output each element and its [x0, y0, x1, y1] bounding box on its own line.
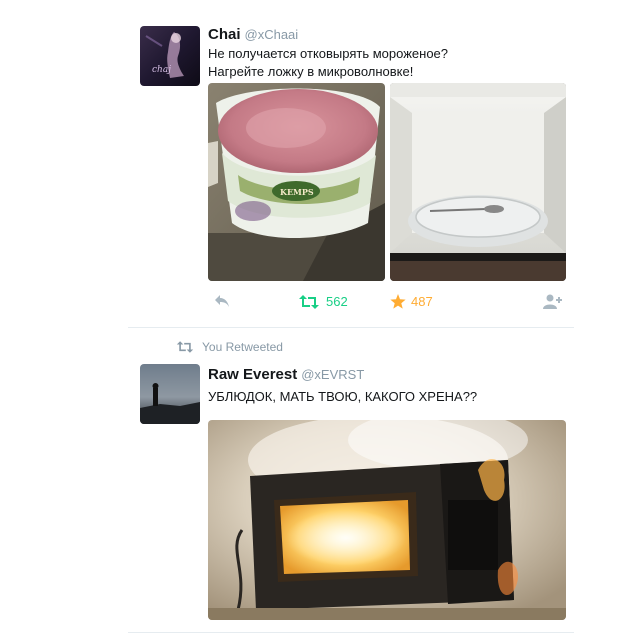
retweet-button[interactable]: 562 — [298, 294, 348, 309]
retweet-banner-icon — [176, 341, 194, 353]
retweet-icon — [299, 294, 319, 309]
reply-button[interactable] — [214, 294, 230, 308]
like-button[interactable]: 487 — [390, 294, 433, 309]
author-handle-raw-everest[interactable]: @xEVRST — [301, 367, 364, 382]
tweet2-photo-burning-microwave[interactable] — [208, 420, 566, 620]
tweet2-header: Raw Everest @xEVRST — [208, 366, 364, 384]
like-count: 487 — [411, 294, 433, 309]
reply-icon — [215, 295, 229, 307]
tweet1-photo-ice-cream[interactable]: KEMPS — [208, 83, 385, 281]
tweet1-header: Chai @xChaai — [208, 26, 298, 44]
tweet2-text: УБЛЮДОК, МАТЬ ТВОЮ, КАКОГО ХРЕНА?? — [208, 389, 478, 404]
retweet-banner: You Retweeted — [176, 340, 283, 354]
star-icon — [390, 294, 406, 309]
bottom-divider — [128, 632, 574, 633]
add-user-icon — [543, 294, 562, 309]
retweet-banner-label: You Retweeted — [202, 340, 283, 354]
author-name-raw-everest[interactable]: Raw Everest — [208, 366, 297, 383]
tweet1-text: Не получается отковырять мороженое? Нагр… — [208, 46, 449, 79]
author-name-chai[interactable]: Chai — [208, 26, 241, 43]
avatar-chai-image: chaj — [140, 26, 200, 86]
avatar-chai[interactable]: chaj — [140, 26, 200, 86]
tweet1-actions: 562 487 — [210, 290, 570, 320]
tweet1-photo-microwave-spoon[interactable] — [390, 83, 566, 281]
svg-text:chaj: chaj — [152, 65, 171, 75]
avatar-raw-everest-image — [140, 364, 200, 424]
follow-button[interactable] — [543, 294, 563, 309]
retweet-count: 562 — [326, 294, 348, 309]
avatar-raw-everest[interactable] — [140, 364, 200, 424]
tweet-divider — [128, 327, 574, 328]
ice-cream-brand-label: KEMPS — [280, 187, 314, 197]
author-handle-chai[interactable]: @xChaai — [245, 27, 299, 42]
